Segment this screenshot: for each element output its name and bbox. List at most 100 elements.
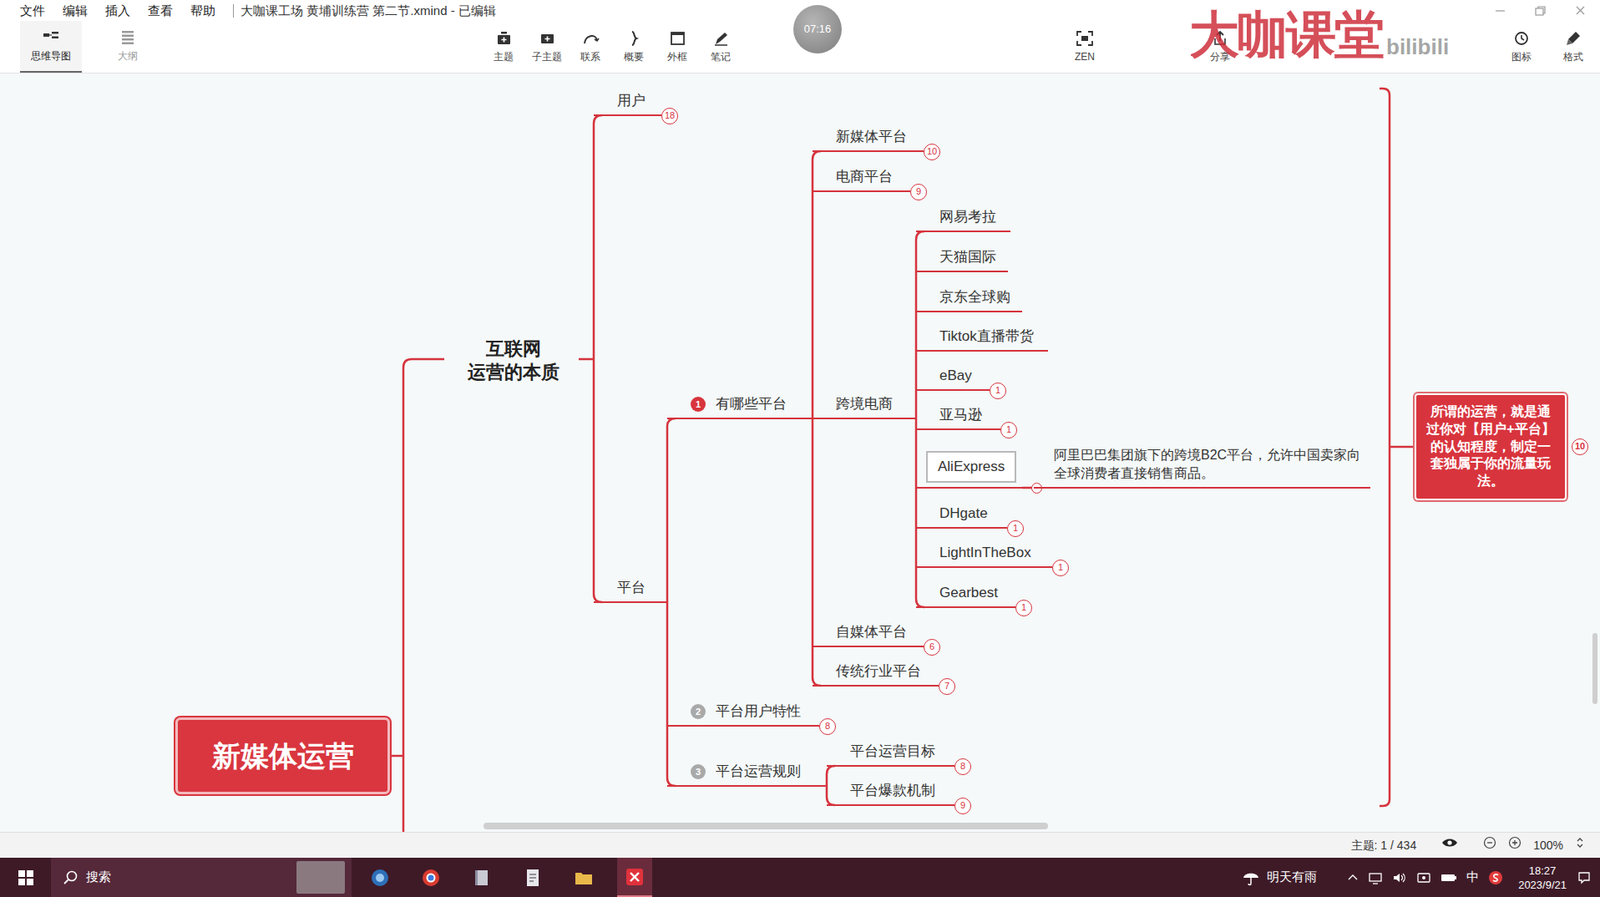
subtopic-count-badge[interactable]: 1 xyxy=(1000,421,1018,439)
subtopic-count-badge[interactable]: 7 xyxy=(938,678,956,695)
weather-widget[interactable]: 明天有雨 xyxy=(1241,867,1317,887)
topic-label: 传统行业平台 xyxy=(835,662,922,681)
system-tray: 中 xyxy=(1346,867,1504,887)
scrollbar-thumb[interactable] xyxy=(483,822,1049,830)
subtopic-count-badge[interactable]: 1 xyxy=(1007,520,1024,537)
topic-node[interactable]: 电商平台9 xyxy=(812,167,911,193)
subtopic-count-badge[interactable]: 8 xyxy=(819,718,836,735)
insert-tool-button[interactable]: 联系 xyxy=(568,20,613,73)
topic-node[interactable]: 2平台用户特性8 xyxy=(667,702,820,727)
display-icon[interactable] xyxy=(1367,870,1383,885)
priority-marker[interactable]: 3 xyxy=(690,764,706,780)
zoom-in-button[interactable] xyxy=(1508,835,1522,855)
vertical-scrollbar[interactable] xyxy=(1592,632,1598,704)
sogou-icon[interactable] xyxy=(1488,870,1504,886)
menu-item[interactable]: 编辑 xyxy=(62,0,88,21)
taskbar-app[interactable] xyxy=(566,857,602,897)
insert-tool-button[interactable]: 概要 xyxy=(612,20,656,73)
note-topic[interactable]: 阿里巴巴集团旗下的跨境B2C平台，允许中国卖家向全球消费者直接销售商品。 xyxy=(1037,445,1371,489)
topic-node[interactable]: 用户18 xyxy=(593,91,662,117)
notification-button[interactable] xyxy=(1573,870,1595,885)
panel-button[interactable]: 图标 xyxy=(1499,20,1544,73)
priority-marker[interactable]: 1 xyxy=(690,396,706,412)
subtopic-count-badge[interactable]: 9 xyxy=(910,183,927,201)
zoom-menu-button[interactable] xyxy=(1574,835,1585,855)
subtopic-count-badge[interactable]: 6 xyxy=(923,638,941,656)
priority-marker[interactable]: 2 xyxy=(690,703,706,719)
topic-node[interactable]: LightInTheBox1 xyxy=(916,543,1053,568)
screen-share-icon[interactable] xyxy=(1416,870,1432,885)
zen-button[interactable]: ZEN xyxy=(1063,20,1107,73)
topic-node[interactable]: 平台运营目标8 xyxy=(826,742,955,767)
topic-node[interactable]: 京东全球购 xyxy=(916,288,1023,313)
chevron-up-icon[interactable] xyxy=(1346,871,1359,884)
input-method[interactable]: 中 xyxy=(1466,867,1479,887)
menu-item[interactable]: 帮助 xyxy=(190,0,216,21)
search-box[interactable]: 搜索 xyxy=(50,857,352,897)
start-button[interactable] xyxy=(0,869,51,887)
zoom-level[interactable]: 100% xyxy=(1533,836,1564,855)
topic-node[interactable]: 1有哪些平台 xyxy=(667,394,813,420)
topic-line: 互联网 xyxy=(450,337,577,361)
visibility-button[interactable] xyxy=(1441,835,1459,855)
topic-node[interactable]: AliExpress xyxy=(916,450,1028,489)
menu-item[interactable]: 文件 xyxy=(20,0,46,21)
insert-tool-button[interactable]: 主题 xyxy=(481,20,526,73)
clock[interactable]: 18:272023/9/21 xyxy=(1518,863,1567,892)
taskbar-app[interactable] xyxy=(413,857,449,897)
topic-node[interactable]: Tiktok直播带货 xyxy=(916,327,1049,352)
battery-icon[interactable] xyxy=(1440,870,1458,885)
insert-tool-button[interactable]: 子主题 xyxy=(525,20,569,73)
topic-node[interactable]: 网易考拉 xyxy=(916,207,1011,233)
insert-tool-button[interactable]: 笔记 xyxy=(698,20,743,73)
topic-node[interactable]: 自媒体平台6 xyxy=(812,622,924,648)
topic-node[interactable]: Gearbest1 xyxy=(916,583,1016,608)
topic-label: 新媒体运营 xyxy=(212,734,355,778)
taskbar-app[interactable] xyxy=(515,857,551,897)
topic-node[interactable]: 平台爆款机制9 xyxy=(826,781,955,806)
insert-tool-button[interactable]: 外框 xyxy=(655,20,699,73)
horizontal-scrollbar[interactable] xyxy=(0,821,1600,831)
topic-label: 天猫国际 xyxy=(939,248,997,267)
taskbar-app[interactable] xyxy=(362,857,398,897)
taskbar-app[interactable] xyxy=(617,857,653,897)
subtopic-count-badge[interactable]: 1 xyxy=(1015,599,1033,617)
topic-node[interactable]: 天猫国际 xyxy=(916,248,1008,273)
subtopic-count-badge[interactable]: 18 xyxy=(661,107,679,125)
summary-topic[interactable]: 所谓的运营，就是通过你对【用户+平台】的认知程度，制定一套独属于你的流量玩法。1… xyxy=(1414,393,1567,501)
topic-node[interactable]: 新媒体平台10 xyxy=(812,127,924,152)
subtopic-count-badge[interactable]: 10 xyxy=(923,143,941,161)
recording-timer[interactable]: 07:16 xyxy=(793,5,842,54)
subtopic-count-badge[interactable]: 1 xyxy=(1052,559,1069,577)
subtopic-count-badge[interactable]: 10 xyxy=(1571,438,1589,456)
maximize-button[interactable] xyxy=(1519,0,1560,21)
tool-label: ZEN xyxy=(1074,49,1095,65)
topic-node[interactable]: 平台 xyxy=(593,578,668,603)
central-topic[interactable]: 互联网运营的本质 xyxy=(450,337,577,385)
subtopic-count-badge[interactable]: 8 xyxy=(954,758,972,775)
outline-icon xyxy=(118,29,137,46)
panel-button[interactable]: 分享 xyxy=(1198,20,1242,73)
topic-node[interactable]: 3平台运营规则 xyxy=(667,762,827,787)
zoom-out-button[interactable] xyxy=(1483,835,1497,855)
topic-node[interactable]: DHgate1 xyxy=(916,504,1008,529)
mind-map-canvas[interactable]: 新媒体运营 互联网运营的本质 用户18 平台 1有哪些平台 2平台用户特性8 3平台运营规则… xyxy=(0,73,1600,832)
topic-node[interactable]: eBay1 xyxy=(916,366,990,391)
subtopic-count-badge[interactable]: 1 xyxy=(989,382,1007,400)
topic-node[interactable]: 亚马逊1 xyxy=(916,405,1001,431)
view-tab[interactable]: 大纲 xyxy=(96,20,159,73)
menu-item[interactable]: 查看 xyxy=(147,0,173,21)
minimize-button[interactable] xyxy=(1479,0,1520,21)
view-tab[interactable]: 思维导图 xyxy=(20,20,82,73)
topic-node[interactable]: 跨境电商 xyxy=(812,394,917,420)
menu-item[interactable]: 插入 xyxy=(105,0,131,21)
close-button[interactable] xyxy=(1559,0,1600,21)
subtopic-count-badge[interactable]: 9 xyxy=(954,797,972,815)
panel-button[interactable]: 格式 xyxy=(1551,20,1595,73)
boundary-icon xyxy=(668,30,687,47)
root-topic[interactable]: 新媒体运营 xyxy=(175,717,390,795)
taskbar-app[interactable] xyxy=(464,857,500,897)
topic-label: 亚马逊 xyxy=(939,405,983,425)
topic-node[interactable]: 传统行业平台7 xyxy=(812,662,939,687)
volume-icon[interactable] xyxy=(1392,870,1408,885)
